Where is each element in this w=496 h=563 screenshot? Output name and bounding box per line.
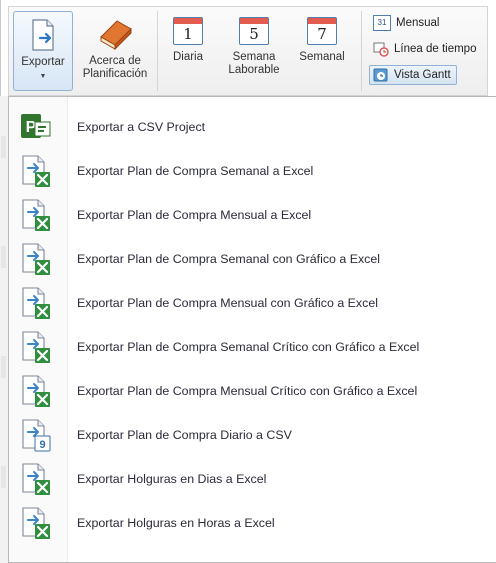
- about-label-line2: Planificación: [82, 68, 148, 80]
- monthly-view-button[interactable]: 31 Mensual: [373, 15, 439, 31]
- calendar-day-icon: 1: [173, 17, 203, 45]
- weekly-label: Semanal: [299, 51, 345, 63]
- book-icon: [100, 20, 132, 51]
- menu-item-export-9[interactable]: Exportar Holguras en Dias a Excel: [13, 457, 493, 501]
- excel-doc-icon: [19, 154, 53, 188]
- menu-item-export-10[interactable]: Exportar Holguras en Horas a Excel: [13, 501, 493, 545]
- weekly-view-button[interactable]: 7 Semanal: [293, 11, 351, 91]
- menu-item-export-5[interactable]: Exportar Plan de Compra Mensual con Gráf…: [13, 281, 493, 325]
- gantt-label: Vista Gantt: [394, 69, 451, 81]
- excel-doc-icon: [19, 330, 53, 364]
- ribbon-toolbar: Exportar ▼ Acerca de Planificación 1 Dia…: [8, 6, 488, 96]
- csv-doc-icon: 9: [19, 418, 53, 452]
- export-label: Exportar: [21, 56, 65, 68]
- calendar-workweek-icon: 5: [239, 17, 269, 45]
- menu-item-label: Exportar Plan de Compra Semanal con Gráf…: [77, 252, 381, 266]
- monthly-label: Mensual: [396, 17, 440, 29]
- menu-item-label: Exportar Plan de Compra Mensual a Excel: [77, 208, 312, 222]
- calendar-week-icon: 7: [307, 17, 337, 45]
- menu-item-label: Exportar Holguras en Horas a Excel: [77, 516, 275, 530]
- export-button[interactable]: Exportar ▼: [13, 11, 73, 91]
- workweek-label-line2: Laborable: [228, 64, 280, 76]
- excel-doc-icon: [19, 462, 53, 496]
- excel-doc-icon: [19, 506, 53, 540]
- menu-item-export-4[interactable]: Exportar Plan de Compra Semanal con Gráf…: [13, 237, 493, 281]
- excel-doc-icon: [19, 242, 53, 276]
- workweek-view-button[interactable]: 5 Semana Laborable: [221, 11, 287, 91]
- timeline-icon: [373, 42, 389, 57]
- export-dropdown-menu: P Exportar a CSV Project Exportar Plan de …: [8, 96, 496, 563]
- excel-doc-icon: [19, 198, 53, 232]
- calendar-month-icon: 31: [373, 15, 391, 31]
- clock-calendar-icon: [373, 68, 388, 82]
- svg-text:9: 9: [39, 439, 45, 451]
- about-label-line1: Acerca de: [89, 55, 141, 67]
- menu-item-label: Exportar a CSV Project: [77, 120, 206, 134]
- about-planning-button[interactable]: Acerca de Planificación: [79, 11, 151, 91]
- menu-item-label: Exportar Plan de Compra Semanal a Excel: [77, 164, 314, 178]
- ribbon-separator: [361, 11, 362, 91]
- dropdown-caret-icon: ▼: [39, 73, 47, 80]
- menu-item-label: Exportar Holguras en Dias a Excel: [77, 472, 267, 486]
- menu-item-label: Exportar Plan de Compra Semanal Crítico …: [77, 340, 420, 354]
- daily-view-button[interactable]: 1 Diaria: [163, 11, 213, 91]
- timeline-view-button[interactable]: Línea de tiempo: [373, 41, 476, 57]
- daily-label: Diaria: [172, 51, 204, 63]
- menu-item-export-1[interactable]: P Exportar a CSV Project: [13, 105, 493, 149]
- menu-item-export-8[interactable]: 9 Exportar Plan de Compra Diario a CSV: [13, 413, 493, 457]
- menu-item-label: Exportar Plan de Compra Mensual Crítico …: [77, 384, 418, 398]
- menu-item-label: Exportar Plan de Compra Diario a CSV: [77, 428, 292, 442]
- ribbon-separator: [157, 11, 158, 91]
- project-icon: P: [19, 110, 53, 144]
- menu-item-export-7[interactable]: Exportar Plan de Compra Mensual Crítico …: [13, 369, 493, 413]
- menu-item-export-2[interactable]: Exportar Plan de Compra Semanal a Excel: [13, 149, 493, 193]
- timeline-label: Línea de tiempo: [394, 43, 477, 55]
- menu-item-export-6[interactable]: Exportar Plan de Compra Semanal Crítico …: [13, 325, 493, 369]
- gantt-view-button[interactable]: Vista Gantt: [369, 65, 457, 85]
- excel-doc-icon: [19, 374, 53, 408]
- menu-item-label: Exportar Plan de Compra Mensual con Gráf…: [77, 296, 378, 310]
- export-document-icon: [32, 19, 54, 51]
- menu-item-export-3[interactable]: Exportar Plan de Compra Mensual a Excel: [13, 193, 493, 237]
- workweek-label-line1: Semana: [232, 51, 276, 63]
- excel-doc-icon: [19, 286, 53, 320]
